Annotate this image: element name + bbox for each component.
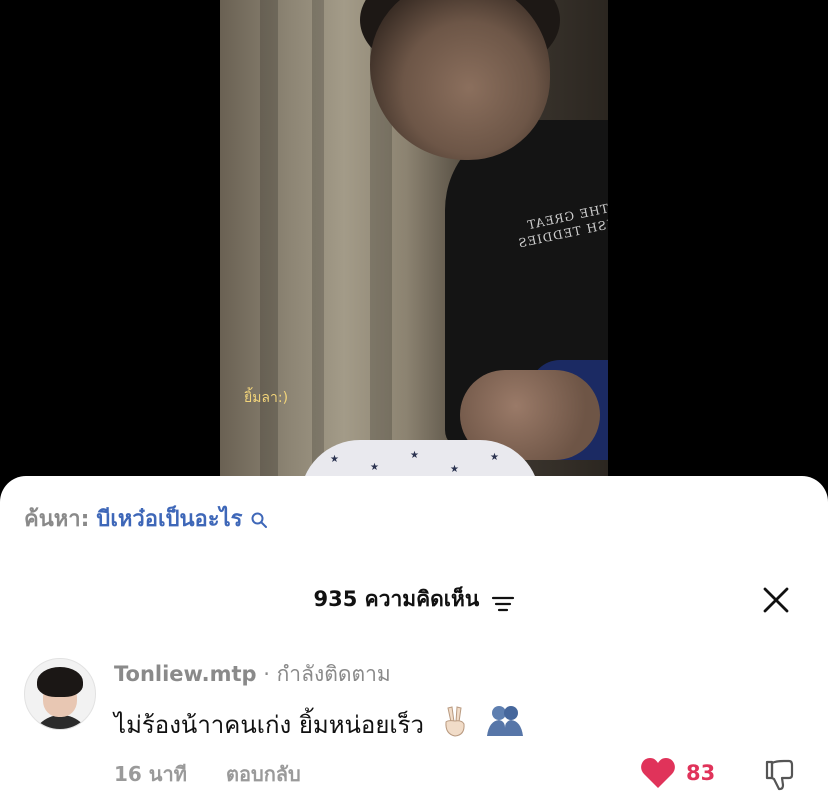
pillow-star: ★ bbox=[410, 450, 419, 461]
avatar-hair bbox=[37, 667, 83, 697]
comments-header: 935 ความคิดเห็น bbox=[0, 584, 828, 614]
search-prefix: ค้นหา: bbox=[24, 507, 90, 532]
avatar-shirt bbox=[31, 715, 91, 729]
search-suggestion[interactable]: ค้นหา: บีเหว๋อเป็นอะไร bbox=[24, 506, 268, 534]
pillow-star: ★ bbox=[370, 462, 379, 473]
video-caption: ยิ้มลา:) bbox=[244, 390, 289, 406]
meta-separator: · bbox=[256, 662, 277, 686]
pillow-star: ★ bbox=[330, 454, 339, 465]
comment-count-label: ความคิดเห็น bbox=[364, 587, 480, 611]
comment-time: 16 นาที bbox=[114, 762, 187, 786]
heart-icon bbox=[641, 758, 675, 788]
pillow-star: ★ bbox=[450, 464, 459, 475]
like-count: 83 bbox=[686, 761, 716, 785]
follow-status: กำลังติดตาม bbox=[276, 662, 391, 686]
curtain-fold bbox=[260, 0, 278, 490]
comment-text: ไม่ร้องน้าาคนเก่ง ยิ้มหน่อยเร็ว bbox=[114, 704, 525, 748]
video-player[interactable]: THE GREAT ISH TEDDIES ★ ★ ★ ★ ★ ยิ้มลา:) bbox=[220, 0, 608, 490]
dislike-button[interactable] bbox=[762, 758, 796, 792]
victory-hand-emoji bbox=[440, 704, 470, 748]
close-icon bbox=[763, 587, 789, 613]
pillow-star: ★ bbox=[490, 452, 499, 463]
like-button[interactable]: 83 bbox=[640, 756, 715, 790]
filter-icon[interactable] bbox=[491, 591, 515, 612]
comment-username[interactable]: Tonliew.mtp bbox=[114, 662, 257, 686]
screen: THE GREAT ISH TEDDIES ★ ★ ★ ★ ★ ยิ้มลา:) … bbox=[0, 0, 828, 812]
search-term[interactable]: บีเหว๋อเป็นอะไร bbox=[96, 507, 242, 532]
thumbs-down-icon bbox=[765, 759, 794, 791]
avatar[interactable] bbox=[24, 658, 96, 730]
comments-sheet: ค้นหา: บีเหว๋อเป็นอะไร 935 ความคิดเห็น T… bbox=[0, 476, 828, 812]
comment-meta: Tonliew.mtp · กำลังติดตาม bbox=[114, 660, 391, 688]
curtain-fold bbox=[312, 0, 324, 490]
video-person-face bbox=[370, 0, 550, 160]
comment-body: ไม่ร้องน้าาคนเก่ง ยิ้มหน่อยเร็ว bbox=[114, 711, 424, 739]
hug-emoji bbox=[485, 704, 525, 748]
close-button[interactable] bbox=[760, 584, 792, 616]
comment-count: 935 bbox=[313, 587, 358, 611]
reply-button[interactable]: ตอบกลับ bbox=[226, 760, 301, 788]
search-icon[interactable] bbox=[251, 508, 268, 528]
